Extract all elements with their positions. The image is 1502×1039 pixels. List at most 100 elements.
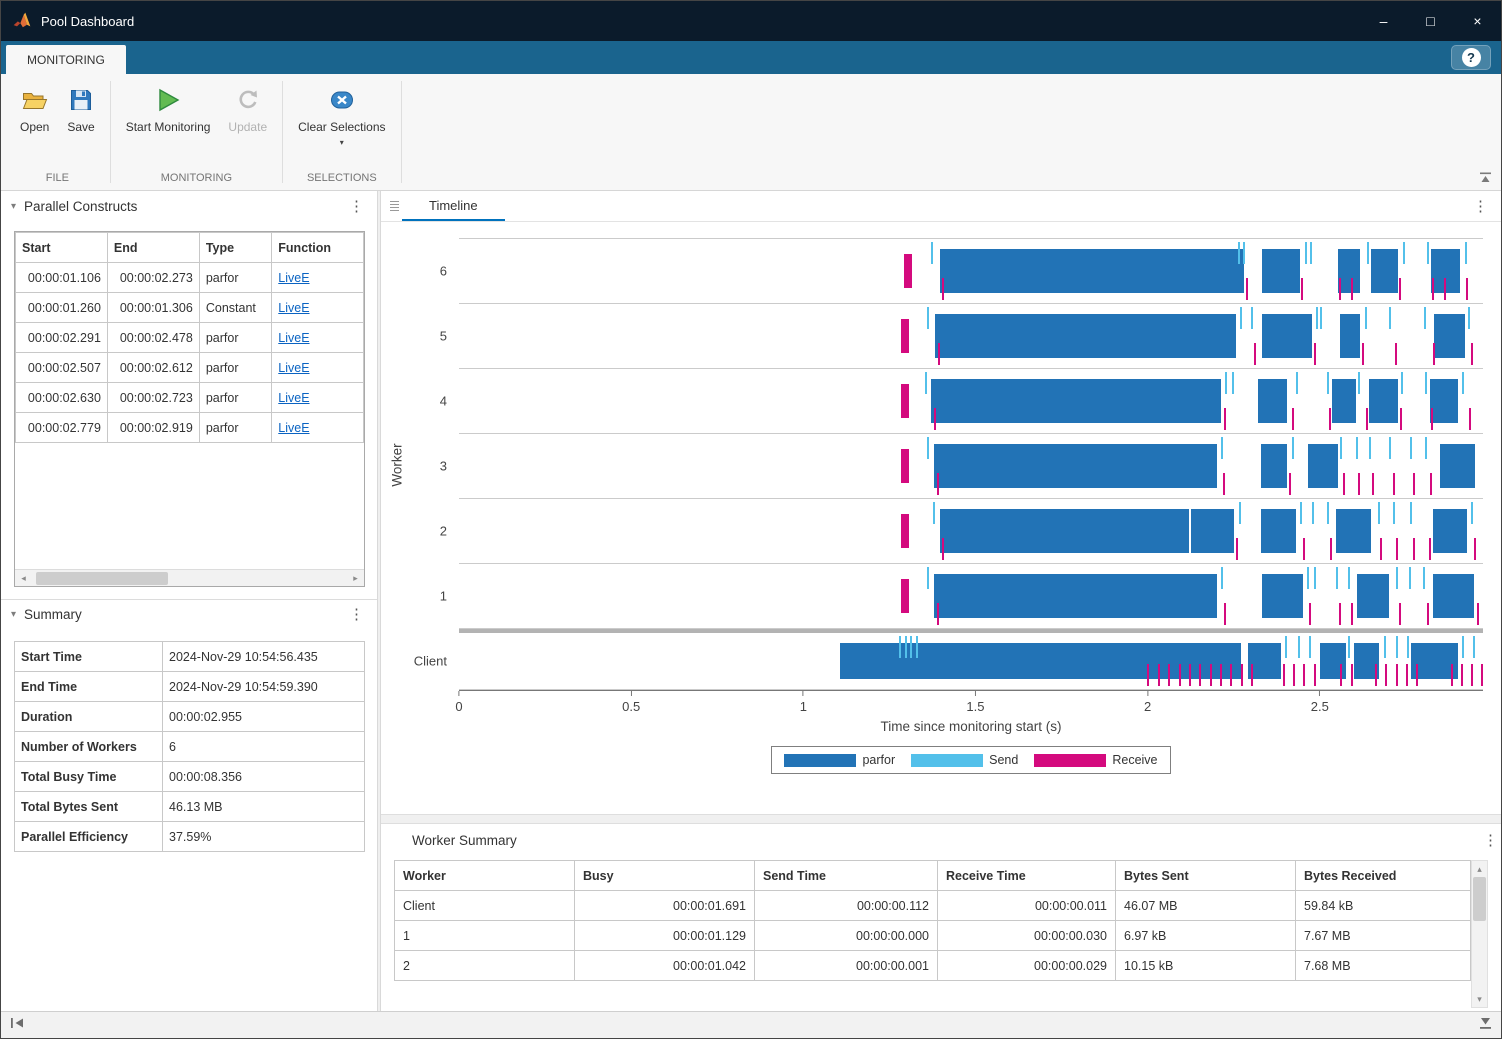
function-link[interactable]: LiveE bbox=[278, 361, 309, 375]
construct-row[interactable]: 00:00:01.10600:00:02.273parforLiveE bbox=[16, 263, 364, 293]
parfor-bar[interactable] bbox=[1191, 509, 1234, 553]
function-link[interactable]: LiveE bbox=[278, 421, 309, 435]
parfor-bar[interactable] bbox=[1357, 574, 1389, 618]
hscrollbar-thumb[interactable] bbox=[36, 572, 168, 585]
scroll-right-icon[interactable]: ▸ bbox=[347, 573, 364, 584]
function-link[interactable]: LiveE bbox=[278, 391, 309, 405]
parfor-bar[interactable] bbox=[1262, 314, 1312, 358]
worker-summary-kebab-icon[interactable]: ⋮ bbox=[1480, 833, 1501, 848]
collapse-arrow-icon[interactable]: ▾ bbox=[11, 201, 16, 212]
timeline-legend: parforSendReceive bbox=[771, 746, 1170, 774]
send-tick bbox=[1285, 636, 1287, 658]
kebab-menu-icon[interactable]: ⋮ bbox=[346, 199, 367, 214]
worker-summary-row[interactable]: Client00:00:01.69100:00:00.11200:00:00.0… bbox=[395, 891, 1471, 921]
summary-label: Number of Workers bbox=[15, 732, 163, 762]
horizontal-splitter[interactable] bbox=[381, 814, 1501, 824]
chevron-down-icon: ▾ bbox=[340, 138, 344, 147]
parfor-bar[interactable] bbox=[935, 314, 1237, 358]
construct-end: 00:00:02.919 bbox=[107, 413, 199, 443]
parfor-bar[interactable] bbox=[1261, 509, 1295, 553]
receive-block[interactable] bbox=[901, 579, 909, 613]
construct-row[interactable]: 00:00:02.50700:00:02.612parforLiveE bbox=[16, 353, 364, 383]
scroll-left-icon[interactable]: ◂ bbox=[15, 573, 32, 584]
send-tick bbox=[1300, 502, 1302, 524]
summary-panel-header: ▾ Summary ⋮ bbox=[1, 599, 377, 629]
parfor-bar[interactable] bbox=[1258, 379, 1288, 423]
function-link[interactable]: LiveE bbox=[278, 331, 309, 345]
start-monitoring-button[interactable]: Start Monitoring bbox=[117, 82, 220, 139]
parfor-bar[interactable] bbox=[1336, 509, 1371, 553]
parfor-bar[interactable] bbox=[1433, 574, 1474, 618]
parfor-bar[interactable] bbox=[1433, 509, 1467, 553]
construct-type: Constant bbox=[199, 293, 271, 323]
summary-label: Parallel Efficiency bbox=[15, 822, 163, 852]
receive-tick bbox=[1329, 408, 1331, 430]
close-button[interactable]: × bbox=[1454, 1, 1501, 41]
scroll-up-icon[interactable]: ▴ bbox=[1472, 861, 1487, 877]
parfor-bar[interactable] bbox=[934, 574, 1217, 618]
construct-row[interactable]: 00:00:01.26000:00:01.306ConstantLiveE bbox=[16, 293, 364, 323]
parfor-bar[interactable] bbox=[931, 379, 1221, 423]
receive-tick bbox=[1366, 408, 1368, 430]
receive-tick bbox=[1466, 278, 1468, 300]
legend-item: Send bbox=[911, 753, 1018, 767]
parfor-bar[interactable] bbox=[1332, 379, 1356, 423]
send-tick bbox=[1468, 307, 1470, 329]
maximize-button[interactable]: □ bbox=[1407, 1, 1454, 41]
parfor-bar[interactable] bbox=[940, 509, 1189, 553]
parfor-bar[interactable] bbox=[1262, 574, 1303, 618]
receive-block[interactable] bbox=[901, 319, 909, 353]
parfor-bar[interactable] bbox=[1430, 379, 1458, 423]
parfor-bar[interactable] bbox=[1371, 249, 1397, 293]
parfor-bar[interactable] bbox=[1340, 314, 1360, 358]
construct-row[interactable]: 00:00:02.29100:00:02.478parforLiveE bbox=[16, 323, 364, 353]
receive-block[interactable] bbox=[901, 449, 909, 483]
send-tick bbox=[1312, 502, 1314, 524]
collapse-bottom-panel-icon[interactable] bbox=[1479, 1016, 1492, 1035]
help-button[interactable]: ? bbox=[1451, 45, 1491, 70]
construct-row[interactable]: 00:00:02.77900:00:02.919parforLiveE bbox=[16, 413, 364, 443]
scroll-down-icon[interactable]: ▾ bbox=[1472, 991, 1487, 1007]
collapse-toolstrip-button[interactable] bbox=[1479, 171, 1492, 184]
send-tick bbox=[1427, 242, 1429, 264]
minimize-button[interactable]: – bbox=[1360, 1, 1407, 41]
receive-tick bbox=[1301, 278, 1303, 300]
receive-block[interactable] bbox=[901, 384, 909, 418]
legend-swatch bbox=[911, 754, 983, 767]
parfor-bar[interactable] bbox=[1261, 444, 1287, 488]
save-button[interactable]: Save bbox=[58, 82, 103, 139]
parfor-bar[interactable] bbox=[1434, 314, 1465, 358]
parfor-bar[interactable] bbox=[940, 249, 1245, 293]
receive-tick bbox=[1199, 664, 1201, 686]
parallel-constructs-body: 00:00:01.10600:00:02.273parforLiveE 00:00… bbox=[16, 263, 364, 443]
worker-summary-row[interactable]: 200:00:01.04200:00:00.00100:00:00.02910.… bbox=[395, 951, 1471, 981]
open-button[interactable]: Open bbox=[11, 82, 58, 139]
receive-tick bbox=[1471, 664, 1473, 686]
collapse-left-panel-icon[interactable] bbox=[10, 1016, 25, 1034]
horizontal-scrollbar[interactable]: ◂ ▸ bbox=[15, 569, 364, 586]
receive-block[interactable] bbox=[904, 254, 912, 288]
worker-summary-table: WorkerBusySend TimeReceive TimeBytes Sen… bbox=[394, 860, 1471, 981]
parfor-bar[interactable] bbox=[1369, 379, 1397, 423]
tab-timeline[interactable]: Timeline bbox=[402, 191, 505, 221]
parfor-bar[interactable] bbox=[934, 444, 1217, 488]
worker-summary-cell: 00:00:00.000 bbox=[755, 921, 938, 951]
update-button[interactable]: Update bbox=[219, 82, 276, 139]
receive-block[interactable] bbox=[901, 514, 909, 548]
construct-row[interactable]: 00:00:02.63000:00:02.723parforLiveE bbox=[16, 383, 364, 413]
function-link[interactable]: LiveE bbox=[278, 271, 309, 285]
tab-monitoring[interactable]: MONITORING bbox=[6, 45, 126, 74]
worker-summary-row[interactable]: 100:00:01.12900:00:00.00000:00:00.0306.9… bbox=[395, 921, 1471, 951]
vscrollbar-thumb[interactable] bbox=[1473, 877, 1486, 921]
parfor-bar[interactable] bbox=[1308, 444, 1338, 488]
drag-grip-icon[interactable] bbox=[386, 191, 402, 221]
parfor-bar[interactable] bbox=[1440, 444, 1475, 488]
clear-selections-button[interactable]: Clear Selections ▾ bbox=[289, 82, 394, 152]
timeline-kebab-icon[interactable]: ⋮ bbox=[1470, 199, 1491, 214]
receive-tick bbox=[1223, 473, 1225, 495]
vertical-scrollbar[interactable]: ▴ ▾ bbox=[1471, 860, 1488, 1008]
kebab-menu-icon[interactable]: ⋮ bbox=[346, 607, 367, 622]
parfor-bar[interactable] bbox=[1262, 249, 1300, 293]
function-link[interactable]: LiveE bbox=[278, 301, 309, 315]
collapse-arrow-icon[interactable]: ▾ bbox=[11, 609, 16, 620]
